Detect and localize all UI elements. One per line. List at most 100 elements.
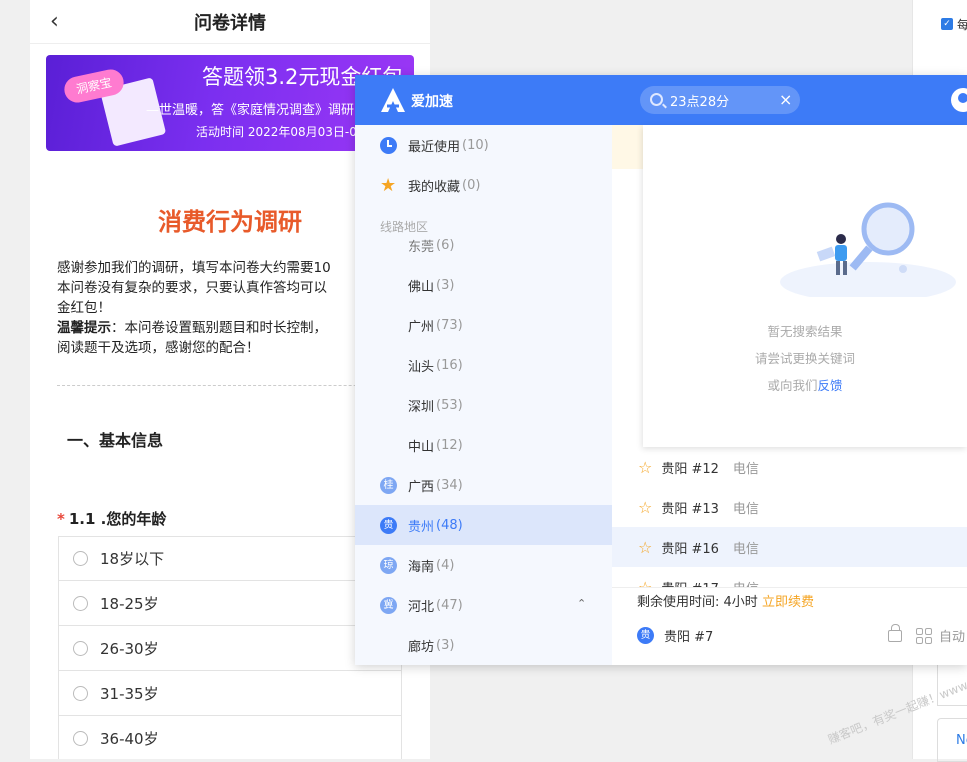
avatar[interactable] <box>951 88 967 112</box>
sidebar-item-count: (47) <box>436 597 463 613</box>
sidebar-item-label: 廊坊 <box>408 639 435 655</box>
survey-header-title: 问卷详情 <box>194 12 266 34</box>
option-item[interactable]: 18岁以下 <box>58 536 402 581</box>
province-badge-icon: 贵 <box>380 516 397 534</box>
auto-label[interactable]: 自动 <box>939 626 965 645</box>
sidebar-item-count: (12) <box>436 437 463 453</box>
required-mark: * <box>57 510 65 528</box>
tip-label: 温馨提示 <box>57 320 111 336</box>
sidebar-item-guangzhou[interactable]: 广州 (73) <box>355 305 612 345</box>
sidebar-item-label: 汕头 <box>408 359 435 375</box>
star-outline-icon[interactable]: ☆ <box>638 538 652 557</box>
option-item[interactable]: 26-30岁 <box>58 626 402 671</box>
star-outline-icon[interactable]: ☆ <box>638 498 652 517</box>
star-outline-icon[interactable]: ☆ <box>638 458 652 477</box>
sidebar-item-count: (0) <box>462 177 481 193</box>
radio-icon[interactable] <box>73 730 88 746</box>
empty-hint: 请尝试更换关键词 <box>754 351 855 366</box>
tip-text: ：本问卷设置甄别题目和时长控制， <box>111 320 327 336</box>
server-row[interactable]: ☆ 贵阳 #13 电信 <box>612 487 967 527</box>
remaining-time: 剩余使用时间: 4小时 立即续费 <box>637 591 814 610</box>
radio-icon[interactable] <box>73 640 88 656</box>
option-item[interactable]: 18-25岁 <box>58 581 402 626</box>
app-logo-icon <box>381 88 405 112</box>
sidebar-item-shantou[interactable]: 汕头 (16) <box>355 345 612 385</box>
server-name: 贵阳 #12 <box>661 461 719 477</box>
survey-header: ‹ 问卷详情 <box>30 0 430 44</box>
sidebar-item-zhongshan[interactable]: 中山 (12) <box>355 425 612 465</box>
sidebar-item-count: (3) <box>436 277 455 293</box>
sidebar-item-dongguan[interactable]: 东莞 (6) <box>355 225 612 265</box>
sidebar-item-label: 海南 <box>408 559 435 575</box>
sidebar-item-hebei[interactable]: 冀 河北 (47) ⌃ <box>355 585 612 625</box>
option-label: 31-35岁 <box>100 684 159 703</box>
sidebar-item-label: 河北 <box>408 599 435 615</box>
close-icon[interactable]: × <box>779 90 792 109</box>
province-badge-icon: 桂 <box>380 476 397 494</box>
chevron-left-icon[interactable]: ‹ <box>50 9 59 34</box>
grid-icon[interactable] <box>916 627 932 644</box>
sidebar-item-label: 广西 <box>408 479 435 495</box>
sidebar-item-shenzhen[interactable]: 深圳 (53) <box>355 385 612 425</box>
option-label: 18-25岁 <box>100 594 159 613</box>
sidebar-item-guizhou[interactable]: 贵 贵州 (48) <box>355 505 612 545</box>
star-outline-icon[interactable]: ☆ <box>638 578 652 588</box>
app-brand: 爱加速 <box>411 94 453 110</box>
server-name: 贵阳 #13 <box>661 501 719 517</box>
app-topbar: 爱加速 × <box>355 75 967 125</box>
empty-search-illustration-icon <box>780 202 956 297</box>
remaining-time-label: 剩余使用时间: <box>637 595 720 610</box>
next-button-label: Ne <box>956 733 967 748</box>
sidebar-item-count: (16) <box>436 357 463 373</box>
sidebar-item-recent[interactable]: 最近使用 (10) <box>355 125 612 165</box>
chevron-up-icon[interactable]: ⌃ <box>577 597 586 610</box>
current-server[interactable]: 贵 贵阳 #7 <box>637 626 713 645</box>
question-label: * 1.1 .您的年龄 <box>57 508 166 529</box>
sidebar-item-langfang[interactable]: 廊坊 (3) <box>355 625 612 665</box>
server-row[interactable]: ☆ 贵阳 #16 电信 <box>612 527 967 567</box>
current-server-name: 贵阳 #7 <box>664 630 714 645</box>
search-box[interactable]: × <box>640 86 800 114</box>
empty-feedback-prefix: 或向我们 <box>767 378 818 393</box>
next-button[interactable]: Ne <box>937 718 967 762</box>
remaining-time-value: 4小时 <box>723 595 758 610</box>
sidebar-item-favorites[interactable]: ★ 我的收藏 (0) <box>355 165 612 205</box>
radio-icon[interactable] <box>73 551 88 566</box>
sidebar-item-count: (3) <box>436 637 455 653</box>
sidebar-item-label: 广州 <box>408 319 435 335</box>
renew-link[interactable]: 立即续费 <box>762 595 814 610</box>
checkbox-checked-icon[interactable]: ✓ <box>941 18 953 30</box>
sidebar-item-foshan[interactable]: 佛山 (3) <box>355 265 612 305</box>
sidebar-item-hainan[interactable]: 琼 海南 (4) <box>355 545 612 585</box>
option-item[interactable]: 36-40岁 <box>58 716 402 759</box>
sidebar-item-label: 东莞 <box>408 239 435 255</box>
province-badge-icon: 贵 <box>637 627 654 644</box>
empty-feedback: 或向我们反馈 <box>643 375 967 394</box>
banner-subtitle: —世温暖，答《家庭情况调查》调研 <box>146 103 355 118</box>
accelerator-app: 爱加速 × 最近使用 (10) ★ 我的收藏 (0) 线路地区 东莞 (6) 佛… <box>355 75 967 665</box>
server-row[interactable]: ☆ 贵阳 #12 电信 <box>612 447 967 487</box>
sidebar-item-guangxi[interactable]: 桂 广西 (34) <box>355 465 612 505</box>
sidebar-item-count: (53) <box>436 397 463 413</box>
feedback-link[interactable]: 反馈 <box>818 378 843 393</box>
app-footer: 剩余使用时间: 4小时 立即续费 贵 贵阳 #7 自动 <box>612 587 967 665</box>
server-isp: 电信 <box>732 461 759 477</box>
sidebar-item-count: (48) <box>436 517 463 533</box>
footer-tools: 自动 <box>888 623 965 645</box>
search-results-popup: 暂无搜索结果 请尝试更换关键词 或向我们反馈 <box>643 125 967 447</box>
server-row[interactable]: ☆ 贵阳 #17 电信 <box>612 567 967 588</box>
sidebar-item-count: (4) <box>436 557 455 573</box>
radio-icon[interactable] <box>73 595 88 611</box>
sidebar-item-label: 贵州 <box>408 519 435 535</box>
server-name: 贵阳 #17 <box>661 578 719 588</box>
option-label: 36-40岁 <box>100 729 159 748</box>
option-item[interactable]: 31-35岁 <box>58 671 402 716</box>
region-sidebar: 最近使用 (10) ★ 我的收藏 (0) 线路地区 东莞 (6) 佛山 (3) … <box>355 125 612 665</box>
province-badge-icon: 冀 <box>380 596 397 614</box>
sidebar-item-label: 我的收藏 <box>408 179 461 195</box>
empty-title: 暂无搜索结果 <box>767 324 843 339</box>
option-label: 18岁以下 <box>100 550 165 568</box>
search-input[interactable] <box>670 90 770 110</box>
radio-icon[interactable] <box>73 685 88 701</box>
lock-icon[interactable] <box>888 623 902 642</box>
